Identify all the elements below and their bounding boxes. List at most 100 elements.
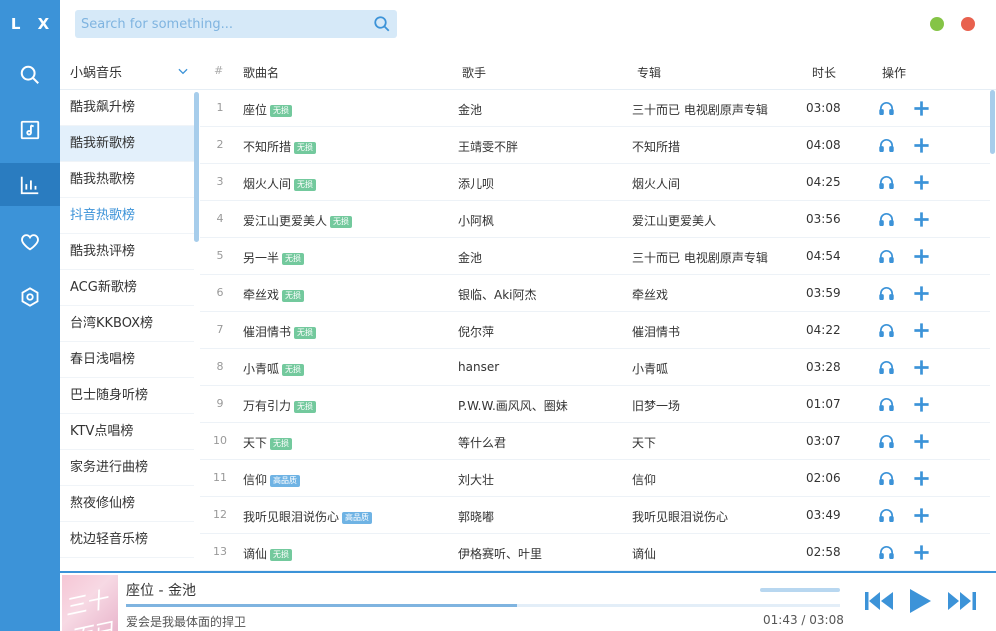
singer-name[interactable]: 伊格赛听、叶里 xyxy=(458,545,542,562)
song-name[interactable]: 座位 无损 xyxy=(243,101,293,118)
song-name[interactable]: 信仰 高品质 xyxy=(243,471,301,488)
search-input[interactable] xyxy=(75,10,365,38)
leaderboard-item[interactable]: 酷我飙升榜 xyxy=(60,90,194,126)
singer-name[interactable]: 倪尔萍 xyxy=(458,323,494,340)
singer-name[interactable]: hanser xyxy=(458,360,499,374)
leaderboard-item[interactable]: 酷我新歌榜 xyxy=(60,126,194,162)
album-name[interactable]: 旧梦一场 xyxy=(632,397,680,414)
table-row[interactable]: 3 烟火人间 无损 添儿呗 烟火人间 04:25 xyxy=(200,164,990,201)
next-track-icon[interactable] xyxy=(947,589,977,613)
leaderboard-item[interactable]: 巴士随身听榜 xyxy=(60,378,194,414)
table-row[interactable]: 13 谪仙 无损 伊格赛听、叶里 谪仙 02:58 xyxy=(200,534,990,571)
song-name[interactable]: 不知所措 无损 xyxy=(243,138,317,155)
table-scrollbar[interactable] xyxy=(990,90,995,154)
song-name[interactable]: 牵丝戏 无损 xyxy=(243,286,305,303)
headphones-icon[interactable] xyxy=(878,470,895,487)
leaderboard-item[interactable]: 台湾KKBOX榜 xyxy=(60,306,194,342)
add-icon[interactable] xyxy=(912,395,931,414)
album-name[interactable]: 我听见眼泪说伤心 xyxy=(632,508,728,525)
add-icon[interactable] xyxy=(912,136,931,155)
album-name[interactable]: 牵丝戏 xyxy=(632,286,668,303)
search-icon[interactable] xyxy=(373,15,391,33)
leaderboard-item[interactable]: 春日浅唱榜 xyxy=(60,342,194,378)
album-name[interactable]: 三十而已 电视剧原声专辑 xyxy=(632,249,768,266)
song-name[interactable]: 另一半 无损 xyxy=(243,249,305,266)
album-name[interactable]: 催泪情书 xyxy=(632,323,680,340)
add-icon[interactable] xyxy=(912,247,931,266)
album-name[interactable]: 三十而已 电视剧原声专辑 xyxy=(632,101,768,118)
table-row[interactable]: 2 不知所措 无损 王靖雯不胖 不知所措 04:08 xyxy=(200,127,990,164)
song-name[interactable]: 我听见眼泪说伤心 高品质 xyxy=(243,508,373,525)
album-cover[interactable]: 三十而已 xyxy=(62,575,118,631)
headphones-icon[interactable] xyxy=(878,544,895,561)
table-row[interactable]: 6 牵丝戏 无损 银临、Aki阿杰 牵丝戏 03:59 xyxy=(200,275,990,312)
table-row[interactable]: 1 座位 无损 金池 三十而已 电视剧原声专辑 03:08 xyxy=(200,90,990,127)
headphones-icon[interactable] xyxy=(878,211,895,228)
leaderboard-item[interactable]: KTV点唱榜 xyxy=(60,414,194,450)
leaderboard-item[interactable]: 酷我热评榜 xyxy=(60,234,194,270)
leaderboard-item[interactable]: 家务进行曲榜 xyxy=(60,450,194,486)
album-name[interactable]: 小青呱 xyxy=(632,360,668,377)
add-icon[interactable] xyxy=(912,173,931,192)
singer-name[interactable]: 金池 xyxy=(458,101,482,118)
play-icon[interactable] xyxy=(908,588,932,614)
headphones-icon[interactable] xyxy=(878,174,895,191)
table-row[interactable]: 9 万有引力 无损 P.W.W.画风风、圈妹 旧梦一场 01:07 xyxy=(200,386,990,423)
leaderboard-item[interactable]: 酷我热歌榜 xyxy=(60,162,194,198)
table-row[interactable]: 8 小青呱 无损 hanser 小青呱 03:28 xyxy=(200,349,990,386)
add-icon[interactable] xyxy=(912,358,931,377)
table-row[interactable]: 10 天下 无损 等什么君 天下 03:07 xyxy=(200,423,990,460)
minimize-button[interactable] xyxy=(930,17,944,31)
headphones-icon[interactable] xyxy=(878,507,895,524)
album-name[interactable]: 天下 xyxy=(632,434,656,451)
leaderboard-item[interactable]: ACG新歌榜 xyxy=(60,270,194,306)
headphones-icon[interactable] xyxy=(878,137,895,154)
add-icon[interactable] xyxy=(912,506,931,525)
nav-favorites[interactable] xyxy=(0,220,60,263)
singer-name[interactable]: 刘大壮 xyxy=(458,471,494,488)
singer-name[interactable]: 等什么君 xyxy=(458,434,506,451)
song-name[interactable]: 谪仙 无损 xyxy=(243,545,293,562)
headphones-icon[interactable] xyxy=(878,396,895,413)
nav-song-list[interactable] xyxy=(0,108,60,151)
nav-settings[interactable] xyxy=(0,275,60,318)
add-icon[interactable] xyxy=(912,99,931,118)
table-row[interactable]: 4 爱江山更爱美人 无损 小阿枫 爱江山更爱美人 03:56 xyxy=(200,201,990,238)
add-icon[interactable] xyxy=(912,469,931,488)
album-name[interactable]: 信仰 xyxy=(632,471,656,488)
album-name[interactable]: 谪仙 xyxy=(632,545,656,562)
album-name[interactable]: 不知所措 xyxy=(632,138,680,155)
table-row[interactable]: 11 信仰 高品质 刘大壮 信仰 02:06 xyxy=(200,460,990,497)
song-name[interactable]: 烟火人间 无损 xyxy=(243,175,317,192)
sidebar-scrollbar[interactable] xyxy=(194,92,199,242)
song-name[interactable]: 天下 无损 xyxy=(243,434,293,451)
singer-name[interactable]: 郭晓嘟 xyxy=(458,508,494,525)
headphones-icon[interactable] xyxy=(878,248,895,265)
playback-progress[interactable] xyxy=(126,604,840,607)
singer-name[interactable]: 王靖雯不胖 xyxy=(458,138,518,155)
nav-leaderboard[interactable] xyxy=(0,163,60,206)
previous-track-icon[interactable] xyxy=(864,589,894,613)
leaderboard-item[interactable]: 抖音热歌榜 xyxy=(60,198,194,234)
headphones-icon[interactable] xyxy=(878,322,895,339)
leaderboard-item[interactable]: 熬夜修仙榜 xyxy=(60,486,194,522)
source-select[interactable]: 小蜗音乐 xyxy=(60,54,200,90)
leaderboard-item[interactable]: 枕边轻音乐榜 xyxy=(60,522,194,558)
singer-name[interactable]: 银临、Aki阿杰 xyxy=(458,286,537,303)
headphones-icon[interactable] xyxy=(878,285,895,302)
song-name[interactable]: 万有引力 无损 xyxy=(243,397,317,414)
song-name[interactable]: 催泪情书 无损 xyxy=(243,323,317,340)
table-row[interactable]: 12 我听见眼泪说伤心 高品质 郭晓嘟 我听见眼泪说伤心 03:49 xyxy=(200,497,990,534)
add-icon[interactable] xyxy=(912,284,931,303)
singer-name[interactable]: P.W.W.画风风、圈妹 xyxy=(458,397,568,414)
table-row[interactable]: 5 另一半 无损 金池 三十而已 电视剧原声专辑 04:54 xyxy=(200,238,990,275)
add-icon[interactable] xyxy=(912,432,931,451)
album-name[interactable]: 烟火人间 xyxy=(632,175,680,192)
song-name[interactable]: 爱江山更爱美人 无损 xyxy=(243,212,353,229)
singer-name[interactable]: 添儿呗 xyxy=(458,175,494,192)
add-icon[interactable] xyxy=(912,543,931,562)
add-icon[interactable] xyxy=(912,210,931,229)
table-row[interactable]: 7 催泪情书 无损 倪尔萍 催泪情书 04:22 xyxy=(200,312,990,349)
singer-name[interactable]: 小阿枫 xyxy=(458,212,494,229)
headphones-icon[interactable] xyxy=(878,433,895,450)
